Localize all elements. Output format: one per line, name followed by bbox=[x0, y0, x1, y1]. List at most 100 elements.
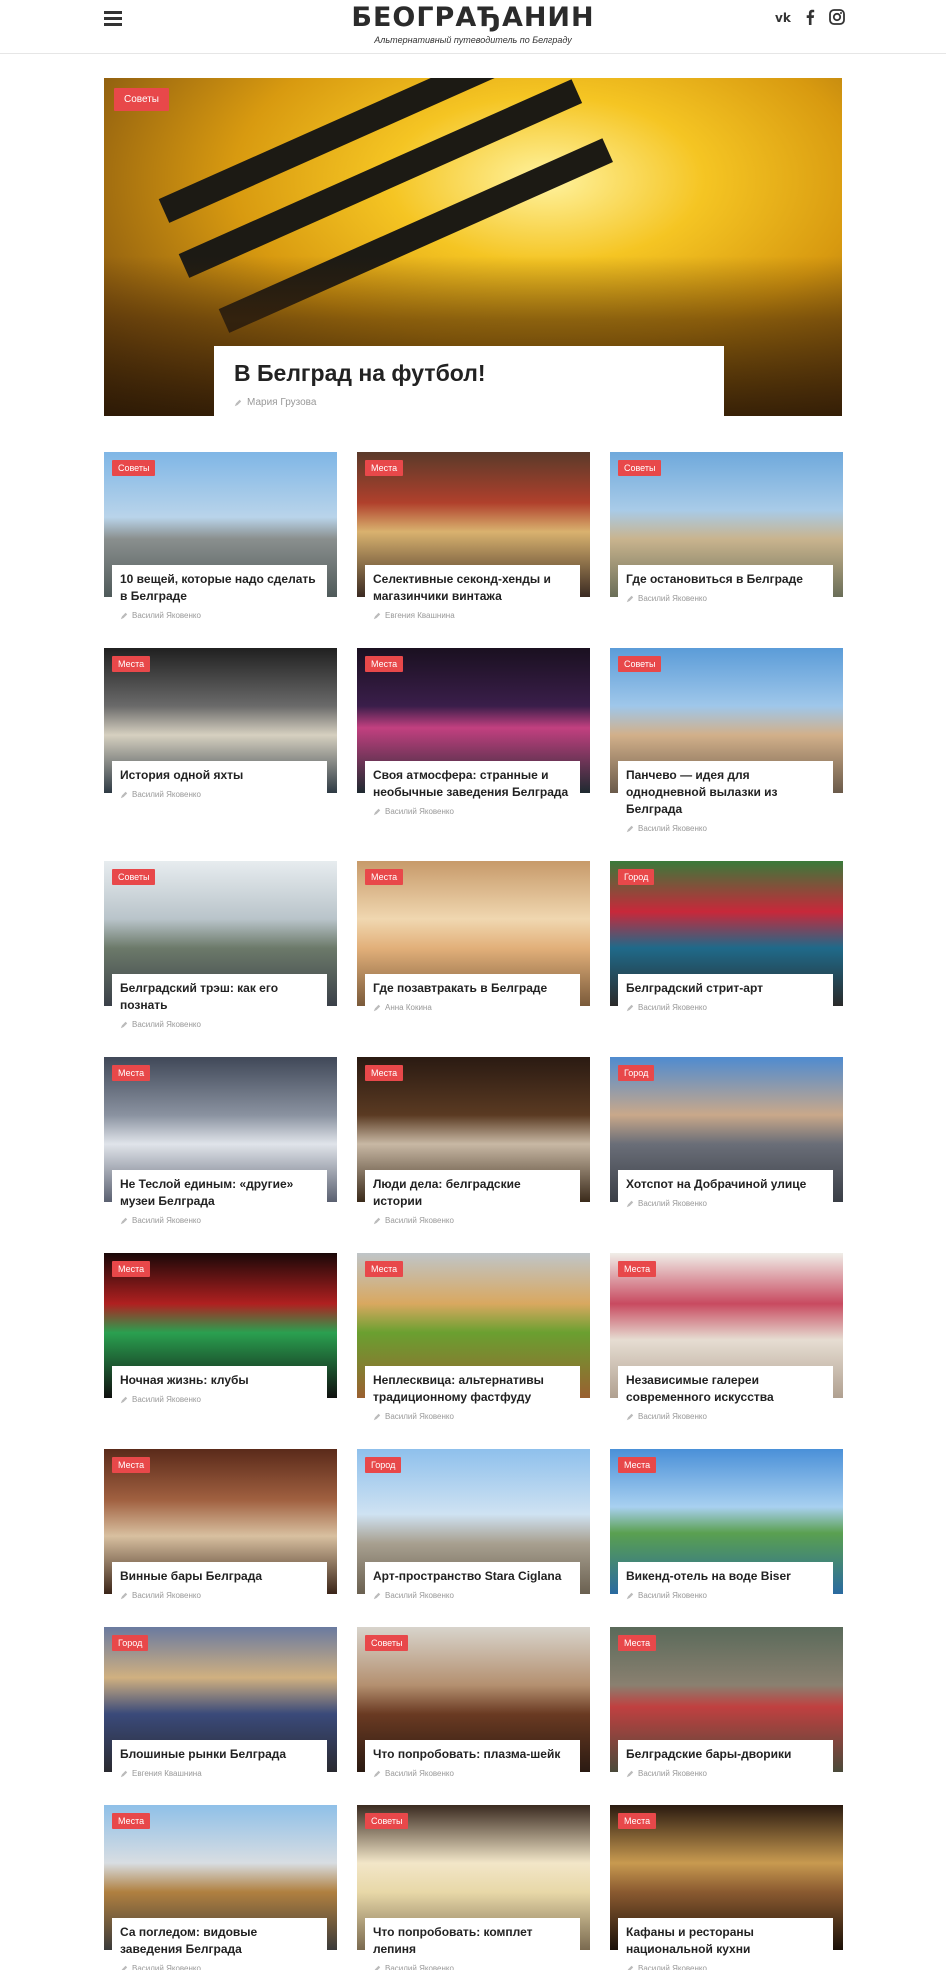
category-badge[interactable]: Места bbox=[365, 460, 404, 476]
category-badge[interactable]: Места bbox=[112, 1457, 151, 1473]
category-badge[interactable]: Советы bbox=[365, 1635, 409, 1651]
category-badge[interactable]: Советы bbox=[112, 869, 156, 885]
article-title[interactable]: Что попробовать: плазма-шейк bbox=[373, 1746, 572, 1763]
article-card[interactable]: Места Ночная жизнь: клубы Василий Яковенко bbox=[104, 1253, 337, 1413]
article-card[interactable]: Места Кафаны и рестораны национальной кух… bbox=[610, 1805, 843, 1970]
article-title[interactable]: Независимые галереи современного искусст… bbox=[626, 1372, 825, 1406]
article-author: Василий Яковенко bbox=[626, 1199, 825, 1208]
category-badge[interactable]: Город bbox=[365, 1457, 402, 1473]
article-title[interactable]: Са погледом: видовые заведения Белграда bbox=[120, 1924, 319, 1958]
category-badge[interactable]: Советы bbox=[618, 656, 662, 672]
category-badge[interactable]: Советы bbox=[618, 460, 662, 476]
article-title[interactable]: Не Теслой единым: «другие» музеи Белград… bbox=[120, 1176, 319, 1210]
article-author-name: Василий Яковенко bbox=[638, 1003, 707, 1012]
article-card[interactable]: Советы Где остановиться в Белграде Василий… bbox=[610, 452, 843, 612]
article-caption: История одной яхты Василий Яковенко bbox=[112, 761, 327, 803]
pen-icon bbox=[120, 612, 128, 619]
article-title[interactable]: Хотспот на Добрачиной улице bbox=[626, 1176, 825, 1193]
article-author: Василий Яковенко bbox=[120, 611, 319, 620]
pen-icon bbox=[120, 1592, 128, 1599]
article-card[interactable]: Город Хотспот на Добрачиной улице Василий … bbox=[610, 1057, 843, 1217]
article-title[interactable]: Белградский трэш: как его познать bbox=[120, 980, 319, 1014]
article-card[interactable]: Советы 10 вещей, которые надо сделать в Б… bbox=[104, 452, 337, 624]
article-card[interactable]: Места Винные бары Белграда Василий Яковенк… bbox=[104, 1449, 337, 1609]
category-badge[interactable]: Места bbox=[618, 1813, 657, 1829]
category-badge[interactable]: Места bbox=[365, 1065, 404, 1081]
article-title[interactable]: Селективные секонд-хенды и магазинчики в… bbox=[373, 571, 572, 605]
category-badge[interactable]: Места bbox=[112, 1261, 151, 1277]
article-caption: Ночная жизнь: клубы Василий Яковенко bbox=[112, 1366, 327, 1408]
article-title[interactable]: Где позавтракать в Белграде bbox=[373, 980, 572, 997]
article-card[interactable]: Места Неплесквица: альтернативы традицион… bbox=[357, 1253, 590, 1425]
article-author: Анна Кокина bbox=[373, 1003, 572, 1012]
category-badge[interactable]: Места bbox=[112, 656, 151, 672]
category-badge[interactable]: Места bbox=[112, 1813, 151, 1829]
article-title[interactable]: Белградский стрит-арт bbox=[626, 980, 825, 997]
article-author-name: Василий Яковенко bbox=[132, 790, 201, 799]
article-title[interactable]: Викенд-отель на воде Biser bbox=[626, 1568, 825, 1585]
category-badge[interactable]: Места bbox=[618, 1635, 657, 1651]
category-badge[interactable]: Город bbox=[618, 869, 655, 885]
social-links: vk bbox=[775, 9, 845, 25]
article-title[interactable]: Своя атмосфера: странные и необычные зав… bbox=[373, 767, 572, 801]
pen-icon bbox=[121, 1965, 128, 1970]
article-card[interactable]: Места Независимые галереи современного ис… bbox=[610, 1253, 843, 1425]
article-author: Василий Яковенко bbox=[373, 807, 572, 816]
article-author: Василий Яковенко bbox=[120, 1216, 319, 1225]
article-card[interactable]: Места Селективные секонд-хенды и магазинч… bbox=[357, 452, 590, 624]
article-title[interactable]: Панчево — идея для однодневной вылазки и… bbox=[626, 767, 825, 818]
article-title[interactable]: Люди дела: белградские истории bbox=[373, 1176, 572, 1210]
article-author-name: Василий Яковенко bbox=[132, 1216, 201, 1225]
article-title[interactable]: Что попробовать: комплет лепиня bbox=[373, 1924, 572, 1958]
vk-icon[interactable]: vk bbox=[775, 9, 791, 25]
article-title[interactable]: Белградские бары-дворики bbox=[626, 1746, 825, 1763]
category-badge[interactable]: Места bbox=[618, 1457, 657, 1473]
category-badge[interactable]: Советы bbox=[365, 1813, 409, 1829]
pen-icon bbox=[120, 1396, 128, 1403]
hero-title[interactable]: В Белград на футбол! bbox=[234, 360, 704, 387]
article-card[interactable]: Места Не Теслой единым: «другие» музеи Бе… bbox=[104, 1057, 337, 1229]
hero-caption[interactable]: В Белград на футбол! Мария Грузова bbox=[214, 346, 724, 416]
article-card[interactable]: Советы Что попробовать: плазма-шейк Васили… bbox=[357, 1627, 590, 1787]
article-card[interactable]: Места Люди дела: белградские истории Васил… bbox=[357, 1057, 590, 1229]
category-badge[interactable]: Места bbox=[112, 1065, 151, 1081]
article-author: Василий Яковенко bbox=[120, 1020, 319, 1029]
category-badge[interactable]: Советы bbox=[112, 460, 156, 476]
pen-icon bbox=[373, 1004, 381, 1011]
article-card[interactable]: Места Белградские бары-дворики Василий Яко… bbox=[610, 1627, 843, 1787]
article-card[interactable]: Город Блошиные рынки Белграда Евгения Кваш… bbox=[104, 1627, 337, 1787]
category-badge[interactable]: Город bbox=[112, 1635, 149, 1651]
hero-article[interactable]: Советы В Белград на футбол! Мария Грузов… bbox=[104, 78, 842, 416]
article-card[interactable]: Город Арт-пространство Stara Ciglana Васил… bbox=[357, 1449, 590, 1609]
article-title[interactable]: Кафаны и рестораны национальной кухни bbox=[626, 1924, 825, 1958]
article-card[interactable]: Места Викенд-отель на воде Biser Василий Я… bbox=[610, 1449, 843, 1609]
article-author: Василий Яковенко bbox=[626, 1769, 825, 1778]
article-card[interactable]: Места Где позавтракать в Белграде Анна Кок… bbox=[357, 861, 590, 1021]
article-author: Евгения Квашнина bbox=[120, 1769, 319, 1778]
category-badge[interactable]: Места bbox=[618, 1261, 657, 1277]
instagram-icon[interactable] bbox=[829, 9, 845, 25]
article-card[interactable]: Места История одной яхты Василий Яковенко bbox=[104, 648, 337, 808]
article-title[interactable]: Блошиные рынки Белграда bbox=[120, 1746, 319, 1763]
article-card[interactable]: Город Белградский стрит-арт Василий Яковен… bbox=[610, 861, 843, 1021]
article-card[interactable]: Советы Белградский трэш: как его познать В… bbox=[104, 861, 337, 1033]
article-title[interactable]: Арт-пространство Stara Ciglana bbox=[373, 1568, 572, 1585]
article-title[interactable]: Ночная жизнь: клубы bbox=[120, 1372, 319, 1389]
article-author: Василий Яковенко bbox=[120, 1591, 319, 1600]
article-title[interactable]: Винные бары Белграда bbox=[120, 1568, 319, 1585]
pen-icon bbox=[373, 1592, 381, 1599]
category-badge[interactable]: Места bbox=[365, 656, 404, 672]
facebook-icon[interactable] bbox=[802, 9, 818, 25]
article-card[interactable]: Советы Что попробовать: комплет лепиня Вас… bbox=[357, 1805, 590, 1970]
category-badge[interactable]: Места bbox=[365, 1261, 404, 1277]
article-card[interactable]: Места Са погледом: видовые заведения Белг… bbox=[104, 1805, 337, 1970]
article-card[interactable]: Места Своя атмосфера: странные и необычны… bbox=[357, 648, 590, 820]
hero-category-badge[interactable]: Советы bbox=[114, 88, 169, 111]
article-title[interactable]: Неплесквица: альтернативы традиционному … bbox=[373, 1372, 572, 1406]
article-title[interactable]: 10 вещей, которые надо сделать в Белград… bbox=[120, 571, 319, 605]
category-badge[interactable]: Места bbox=[365, 869, 404, 885]
article-card[interactable]: Советы Панчево — идея для однодневной выл… bbox=[610, 648, 843, 837]
article-title[interactable]: История одной яхты bbox=[120, 767, 319, 784]
category-badge[interactable]: Город bbox=[618, 1065, 655, 1081]
article-title[interactable]: Где остановиться в Белграде bbox=[626, 571, 825, 588]
